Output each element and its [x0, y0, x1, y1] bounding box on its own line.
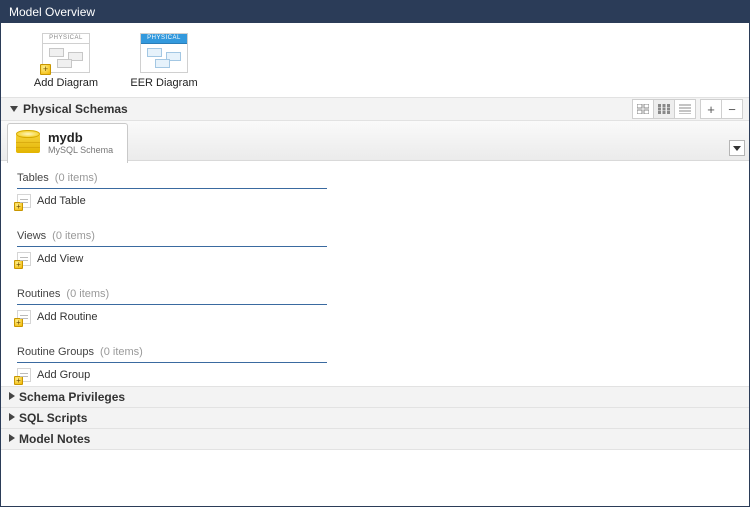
- section-title: Physical Schemas: [23, 102, 128, 116]
- diagram-tab-label: PHYSICAL: [141, 34, 187, 44]
- category-label: Tables: [17, 172, 49, 184]
- add-routine-button[interactable]: + Add Routine: [17, 305, 327, 329]
- add-routine-icon: +: [17, 310, 31, 324]
- category-label: Routines: [17, 288, 60, 300]
- add-label: Add Group: [37, 369, 90, 381]
- category-row-tables: Tables (0 items): [17, 167, 327, 189]
- section-header-sql-scripts[interactable]: SQL Scripts: [1, 407, 749, 429]
- view-mode-buttons: [633, 99, 696, 119]
- database-icon: [16, 130, 40, 156]
- category-count: (0 items): [66, 288, 109, 300]
- expand-toggle-icon[interactable]: [7, 391, 17, 404]
- add-view-button[interactable]: + Add View: [17, 247, 327, 271]
- section-title: Schema Privileges: [19, 390, 125, 404]
- schema-subtitle: MySQL Schema: [48, 145, 113, 155]
- view-list-button[interactable]: [674, 99, 696, 119]
- category-label: Routine Groups: [17, 346, 94, 358]
- plus-icon: +: [40, 64, 51, 75]
- eer-diagram-icon: PHYSICAL: [140, 33, 188, 73]
- expand-toggle-icon[interactable]: [7, 412, 17, 425]
- add-group-icon: +: [17, 368, 31, 382]
- add-view-icon: +: [17, 252, 31, 266]
- add-table-button[interactable]: + Add Table: [17, 189, 327, 213]
- section-title: SQL Scripts: [19, 411, 87, 425]
- view-large-button[interactable]: [632, 99, 654, 119]
- add-label: Add Routine: [37, 311, 98, 323]
- expand-toggle-icon[interactable]: [7, 433, 17, 446]
- eer-diagram-item[interactable]: PHYSICAL EER Diagram: [129, 33, 199, 89]
- category-count: (0 items): [100, 346, 143, 358]
- category-count: (0 items): [52, 230, 95, 242]
- add-diagram-icon: PHYSICAL +: [42, 33, 90, 73]
- category-label: Views: [17, 230, 46, 242]
- add-label: Add Table: [37, 195, 86, 207]
- add-diagram-label: Add Diagram: [34, 77, 98, 89]
- schema-tab-mydb[interactable]: mydb MySQL Schema: [7, 123, 128, 163]
- category-row-views: Views (0 items): [17, 225, 327, 247]
- diagram-tab-label: PHYSICAL: [43, 34, 89, 44]
- section-title: Model Notes: [19, 432, 90, 446]
- category-count: (0 items): [55, 172, 98, 184]
- add-diagram-item[interactable]: PHYSICAL + Add Diagram: [31, 33, 101, 89]
- schema-name: mydb: [48, 131, 113, 145]
- schema-bar: mydb MySQL Schema: [1, 121, 749, 161]
- category-row-routines: Routines (0 items): [17, 283, 327, 305]
- window-title: Model Overview: [9, 5, 95, 19]
- view-medium-button[interactable]: [653, 99, 675, 119]
- add-label: Add View: [37, 253, 83, 265]
- eer-diagram-label: EER Diagram: [130, 77, 197, 89]
- schema-content: Tables (0 items) + Add Table Views (0 it…: [1, 161, 749, 387]
- category-row-routine-groups: Routine Groups (0 items): [17, 341, 327, 363]
- content-area: PHYSICAL + Add Diagram PHYSICAL EER Diag…: [1, 23, 749, 450]
- diagrams-row: PHYSICAL + Add Diagram PHYSICAL EER Diag…: [1, 23, 749, 97]
- remove-schema-button[interactable]: −: [721, 99, 743, 119]
- add-schema-button[interactable]: +: [700, 99, 722, 119]
- window-titlebar: Model Overview: [1, 1, 749, 23]
- section-header-schema-privileges[interactable]: Schema Privileges: [1, 386, 749, 408]
- section-header-model-notes[interactable]: Model Notes: [1, 428, 749, 450]
- section-header-physical-schemas: Physical Schemas + −: [1, 97, 749, 121]
- schema-dropdown-button[interactable]: [729, 140, 745, 156]
- add-table-icon: +: [17, 194, 31, 208]
- add-group-button[interactable]: + Add Group: [17, 363, 327, 387]
- collapse-toggle-icon[interactable]: [7, 102, 21, 116]
